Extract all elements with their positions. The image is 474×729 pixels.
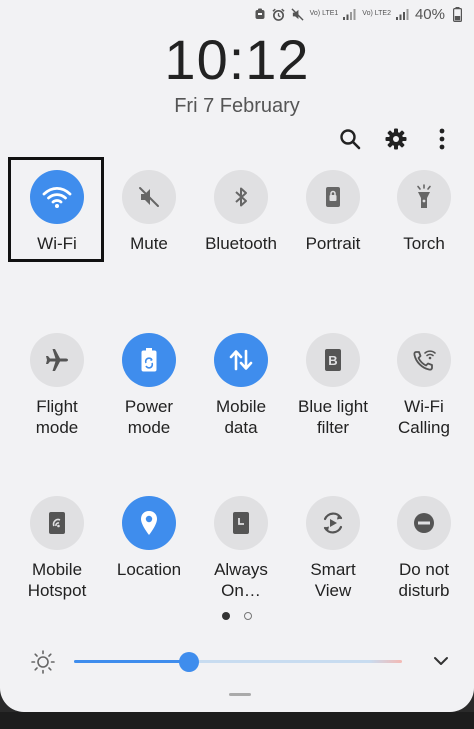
tile-label: Torch [403, 234, 445, 253]
page-dot-current[interactable] [222, 612, 230, 620]
more-vert-icon[interactable] [430, 127, 454, 151]
top-actions [338, 127, 454, 151]
status-bar: Vo) LTE1 Vo) LTE2 40% [253, 5, 464, 23]
tile-torch[interactable]: Torch [379, 170, 469, 254]
signal-2-icon [395, 7, 410, 21]
notification-icon [253, 7, 267, 21]
bluetooth-icon [214, 170, 268, 224]
battery-recycle-icon [122, 333, 176, 387]
tile-label: Bluetooth [205, 234, 277, 253]
search-icon[interactable] [338, 127, 362, 151]
battery-icon [450, 6, 464, 22]
tile-label: Do not disturb [398, 560, 450, 600]
clock-date: Fri 7 February [174, 95, 300, 117]
battery-percentage: 40% [414, 5, 445, 23]
sim2-lte-label: Vo) LTE2 [362, 10, 391, 17]
tile-mobile-data[interactable]: Mobile data [196, 333, 286, 438]
brightness-sun-icon [30, 649, 56, 675]
brightness-slider-thumb[interactable] [179, 652, 199, 672]
tile-label: Mobile Hotspot [27, 560, 87, 600]
page-indicator [0, 612, 474, 620]
location-pin-icon [122, 496, 176, 550]
tile-label: Wi-Fi Calling [398, 397, 450, 437]
torch-icon [397, 170, 451, 224]
tile-portrait[interactable]: Portrait [288, 170, 378, 254]
airplane-icon [30, 333, 84, 387]
data-arrows-icon [214, 333, 268, 387]
quick-settings-panel: Vo) LTE1 Vo) LTE2 40% 10:12 Fri 7 Februa… [0, 0, 474, 712]
tile-label: Mute [130, 234, 168, 253]
gear-icon[interactable] [384, 127, 408, 151]
tile-blue-light-filter[interactable]: B Blue light filter [288, 333, 378, 438]
alarm-icon [272, 7, 286, 21]
tile-label: Mobile data [215, 397, 267, 437]
mute-icon [291, 7, 305, 21]
tile-flight-mode[interactable]: Flight mode [12, 333, 102, 438]
tile-always-on-display[interactable]: Always On… [196, 496, 286, 601]
page-dot[interactable] [244, 612, 252, 620]
background-strip [0, 712, 474, 729]
rotation-lock-icon [306, 170, 360, 224]
tile-smart-view[interactable]: Smart View [288, 496, 378, 601]
signal-1-icon [343, 7, 357, 21]
wifi-highlight-box [8, 157, 104, 262]
tile-location[interactable]: Location [104, 496, 194, 580]
tile-label: Smart View [310, 560, 356, 600]
tile-mobile-hotspot[interactable]: Mobile Hotspot [12, 496, 102, 601]
panel-drag-handle[interactable] [229, 693, 251, 696]
mute-icon [122, 170, 176, 224]
brightness-slider[interactable] [74, 652, 402, 672]
wifi-calling-icon [397, 333, 451, 387]
tile-label: Power mode [124, 397, 174, 437]
tile-do-not-disturb[interactable]: Do not disturb [379, 496, 469, 601]
clock-time: 10:12 [164, 28, 310, 91]
tile-label: Blue light filter [298, 397, 368, 437]
tile-label: Portrait [305, 234, 361, 253]
do-not-disturb-icon [397, 496, 451, 550]
tile-wifi-calling[interactable]: Wi-Fi Calling [379, 333, 469, 438]
brightness-control [30, 648, 450, 674]
blue-light-icon: B [306, 333, 360, 387]
tile-bluetooth[interactable]: Bluetooth [196, 170, 286, 254]
tile-label: Always On… [214, 560, 268, 600]
tile-mute[interactable]: Mute [104, 170, 194, 254]
always-on-display-icon [214, 496, 268, 550]
tile-power-mode[interactable]: Power mode [104, 333, 194, 438]
tile-label: Location [116, 560, 182, 579]
tile-label: Flight mode [35, 397, 79, 437]
chevron-down-icon[interactable] [432, 652, 450, 670]
brightness-slider-fill [74, 660, 189, 663]
hotspot-icon [30, 496, 84, 550]
sim1-lte-label: Vo) LTE1 [309, 10, 339, 17]
svg-text:B: B [328, 353, 337, 368]
smart-view-icon [306, 496, 360, 550]
